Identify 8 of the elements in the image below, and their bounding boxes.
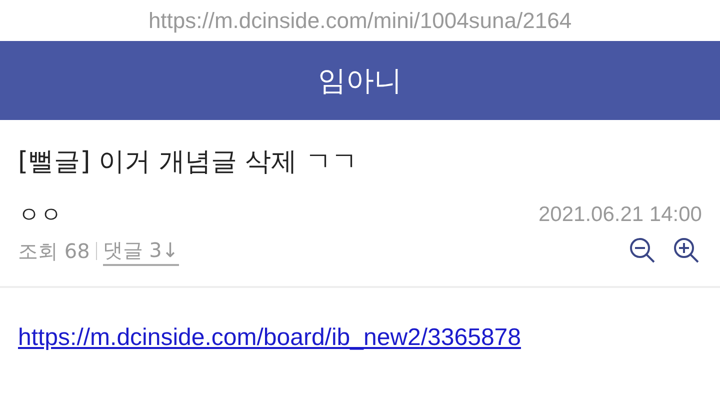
- comment-link[interactable]: 댓글 3↓: [102, 236, 179, 266]
- post-link[interactable]: https://m.dcinside.com/board/ib_new2/3365878: [18, 324, 521, 351]
- post-title: [뻘글] 이거 개념글 삭제 ㄱㄱ: [18, 146, 358, 179]
- view-count: 조회 68: [18, 238, 90, 264]
- post-author: ㅇㅇ: [18, 202, 62, 230]
- post-date: 2021.06.21 14:00: [538, 203, 702, 227]
- header-title: 임아니: [318, 62, 402, 98]
- address-url[interactable]: https://m.dcinside.com/mini/1004suna/2164: [148, 8, 572, 34]
